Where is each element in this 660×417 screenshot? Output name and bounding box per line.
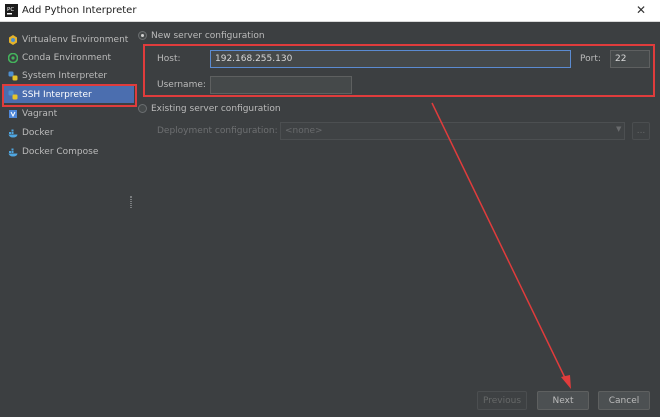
deployment-select[interactable]: [280, 122, 625, 140]
window-title: Add Python Interpreter: [22, 5, 137, 16]
pycharm-icon: PC: [5, 4, 18, 17]
host-label: Host:: [157, 54, 181, 64]
vagrant-icon: [9, 109, 17, 118]
host-input[interactable]: [210, 50, 571, 68]
ssh-icon: [8, 90, 18, 99]
deployment-label: Deployment configuration:: [157, 126, 278, 136]
close-icon[interactable]: ✕: [636, 3, 646, 17]
title-bar: PC Add Python Interpreter ✕: [0, 0, 660, 22]
sidebar-item-label: Vagrant: [22, 108, 58, 119]
sidebar-item-conda[interactable]: Conda Environment: [4, 49, 134, 66]
python-icon: [8, 71, 18, 80]
sidebar-item-label: Virtualenv Environment: [22, 34, 129, 45]
new-server-label: New server configuration: [151, 31, 265, 41]
svg-text:PC: PC: [7, 7, 14, 13]
previous-button[interactable]: Previous: [477, 391, 527, 410]
sidebar-item-docker[interactable]: Docker: [4, 124, 134, 141]
splitter-handle[interactable]: [130, 196, 132, 208]
new-server-radio[interactable]: [138, 31, 147, 40]
sidebar-item-label: SSH Interpreter: [22, 89, 92, 100]
interpreter-type-list: Virtualenv Environment Conda Environment…: [0, 22, 138, 417]
existing-server-label: Existing server configuration: [151, 104, 281, 114]
sidebar-item-label: Docker Compose: [22, 146, 99, 157]
port-label: Port:: [580, 54, 601, 64]
sidebar-item-label: System Interpreter: [22, 70, 108, 81]
docker-icon: [8, 129, 18, 137]
docker-compose-icon: [8, 148, 18, 156]
username-input[interactable]: [210, 76, 352, 94]
deployment-browse-button[interactable]: ...: [632, 122, 650, 140]
sidebar-item-virtualenv[interactable]: Virtualenv Environment: [4, 31, 134, 48]
chevron-down-icon: ▼: [616, 125, 622, 133]
username-label: Username:: [157, 80, 206, 90]
conda-icon: [8, 52, 18, 63]
next-button[interactable]: Next: [537, 391, 589, 410]
sidebar-item-vagrant[interactable]: Vagrant: [4, 105, 134, 122]
virtualenv-icon: [9, 34, 17, 45]
sidebar-item-label: Conda Environment: [22, 52, 112, 63]
cancel-button[interactable]: Cancel: [598, 391, 650, 410]
port-input[interactable]: [610, 50, 650, 68]
sidebar-item-label: Docker: [22, 127, 54, 138]
sidebar-item-system[interactable]: System Interpreter: [4, 67, 134, 84]
sidebar-item-ssh[interactable]: SSH Interpreter: [4, 86, 134, 103]
existing-server-radio[interactable]: [138, 104, 147, 113]
sidebar-item-docker-compose[interactable]: Docker Compose: [4, 143, 134, 160]
